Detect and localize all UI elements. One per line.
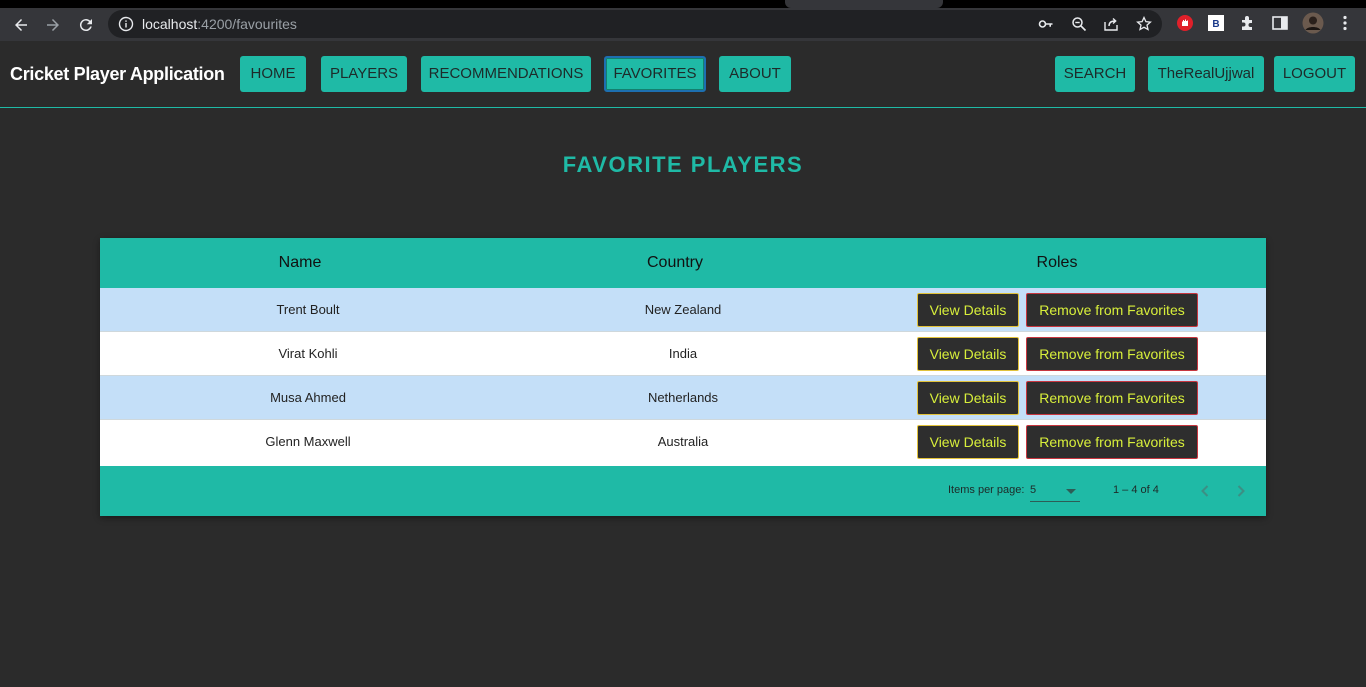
url-text: localhost:4200/favourites (142, 16, 297, 32)
remove-from-favorites-button[interactable]: Remove from Favorites (1026, 337, 1198, 371)
items-per-page-select[interactable]: 5 (1030, 482, 1080, 502)
view-details-button[interactable]: View Details (917, 293, 1019, 327)
bookmark-star-icon[interactable] (1136, 16, 1152, 32)
header-country[interactable]: Country (575, 238, 775, 288)
nav-players-button[interactable]: PLAYERS (321, 56, 407, 92)
next-page-icon[interactable] (1229, 479, 1253, 503)
items-per-page-value: 5 (1030, 484, 1037, 496)
table-header-row: Name Country Roles (100, 238, 1266, 288)
cell-country: Australia (657, 434, 709, 449)
nav-recommendations-button[interactable]: RECOMMENDATIONS (421, 56, 591, 92)
items-per-page-label: Items per page: (948, 484, 1025, 496)
nav-logout-button[interactable]: LOGOUT (1274, 56, 1355, 92)
view-details-button[interactable]: View Details (917, 425, 1019, 459)
cell-name: Musa Ahmed (270, 390, 346, 405)
page-title: FAVORITE PLAYERS (562, 152, 804, 177)
forward-icon[interactable] (40, 12, 66, 38)
cell-country: India (668, 346, 698, 361)
share-icon[interactable] (1103, 16, 1119, 32)
zoom-out-icon[interactable] (1071, 16, 1087, 32)
extensions-puzzle-icon[interactable] (1239, 14, 1257, 32)
app-brand[interactable]: Cricket Player Application (10, 64, 225, 85)
svg-text:B: B (1212, 19, 1219, 30)
paginator: Items per page: 5 1 – 4 of 4 (100, 466, 1266, 516)
table-row: Trent Boult New Zealand View Details Rem… (100, 288, 1266, 332)
dropdown-caret-icon (1066, 489, 1076, 494)
table-row: Glenn Maxwell Australia View Details Rem… (100, 420, 1266, 466)
profile-avatar[interactable] (1302, 12, 1324, 34)
header-roles[interactable]: Roles (957, 238, 1157, 288)
previous-page-icon[interactable] (1193, 479, 1217, 503)
nav-home-button[interactable]: HOME (240, 56, 306, 92)
side-panel-icon[interactable] (1271, 14, 1289, 32)
adblock-extension-icon[interactable] (1176, 14, 1194, 32)
table-row: Musa Ahmed Netherlands View Details Remo… (100, 376, 1266, 420)
header-name[interactable]: Name (200, 238, 400, 288)
cell-country: Netherlands (647, 390, 719, 405)
page-range-label: 1 – 4 of 4 (1113, 484, 1159, 496)
browser-toolbar: localhost:4200/favourites B (0, 8, 1366, 41)
remove-from-favorites-button[interactable]: Remove from Favorites (1026, 293, 1198, 327)
cell-country: New Zealand (644, 302, 722, 317)
key-icon[interactable] (1038, 16, 1054, 32)
cell-name: Glenn Maxwell (265, 434, 351, 449)
b-extension-icon[interactable]: B (1207, 14, 1225, 32)
remove-from-favorites-button[interactable]: Remove from Favorites (1026, 425, 1198, 459)
nav-search-button[interactable]: SEARCH (1055, 56, 1135, 92)
remove-from-favorites-button[interactable]: Remove from Favorites (1026, 381, 1198, 415)
nav-about-button[interactable]: ABOUT (719, 56, 791, 92)
info-icon[interactable] (118, 16, 134, 32)
browser-tab-strip (0, 0, 1366, 8)
kebab-menu-icon[interactable] (1336, 14, 1354, 32)
address-bar[interactable]: localhost:4200/favourites (108, 10, 1162, 38)
favorites-table: Name Country Roles Trent Boult New Zeala… (100, 238, 1266, 516)
app-navbar: Cricket Player Application HOME PLAYERS … (0, 41, 1366, 108)
back-icon[interactable] (8, 12, 34, 38)
nav-user-button[interactable]: TheRealUjjwal (1148, 56, 1264, 92)
view-details-button[interactable]: View Details (917, 381, 1019, 415)
table-row: Virat Kohli India View Details Remove fr… (100, 332, 1266, 376)
cell-name: Trent Boult (276, 302, 340, 317)
reload-icon[interactable] (73, 12, 99, 38)
view-details-button[interactable]: View Details (917, 337, 1019, 371)
cell-name: Virat Kohli (278, 346, 338, 361)
browser-tab[interactable] (785, 0, 943, 8)
nav-favorites-button[interactable]: FAVORITES (604, 56, 706, 92)
